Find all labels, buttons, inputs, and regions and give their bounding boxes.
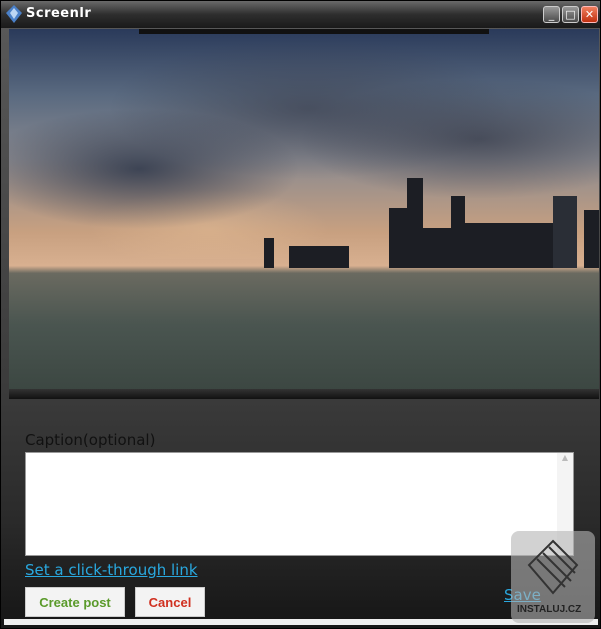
close-button[interactable]: ✕: [581, 6, 598, 23]
watermark-logo-icon: [527, 539, 579, 595]
bottom-strip: [4, 619, 598, 625]
building: [423, 228, 453, 268]
maximize-button[interactable]: □: [562, 6, 579, 23]
window-title: Screenlr: [26, 6, 92, 21]
click-through-link[interactable]: Set a click-through link: [25, 561, 198, 579]
building: [389, 208, 409, 268]
building: [465, 223, 553, 268]
preview-taskbar: [9, 389, 599, 399]
caption-label: Caption(optional): [25, 431, 156, 449]
app-logo-icon: [6, 5, 22, 23]
building: [553, 196, 577, 268]
screenshot-preview: [9, 29, 599, 399]
preview-toolbar: [139, 29, 489, 34]
caption-input[interactable]: [25, 452, 574, 556]
building: [451, 196, 465, 268]
title-bar[interactable]: Screenlr _ □ ✕: [1, 1, 600, 28]
cancel-button[interactable]: Cancel: [135, 587, 205, 617]
building: [289, 246, 349, 268]
building: [264, 238, 274, 268]
minimize-button[interactable]: _: [543, 6, 560, 23]
watermark-text: INSTALUJ.CZ: [517, 604, 582, 615]
building: [407, 178, 423, 268]
watermark: INSTALUJ.CZ: [511, 531, 595, 623]
create-post-button[interactable]: Create post: [25, 587, 125, 617]
screenlr-window: Screenlr _ □ ✕ Caption(optional) ▲ Set a…: [0, 0, 601, 629]
building: [584, 210, 599, 268]
